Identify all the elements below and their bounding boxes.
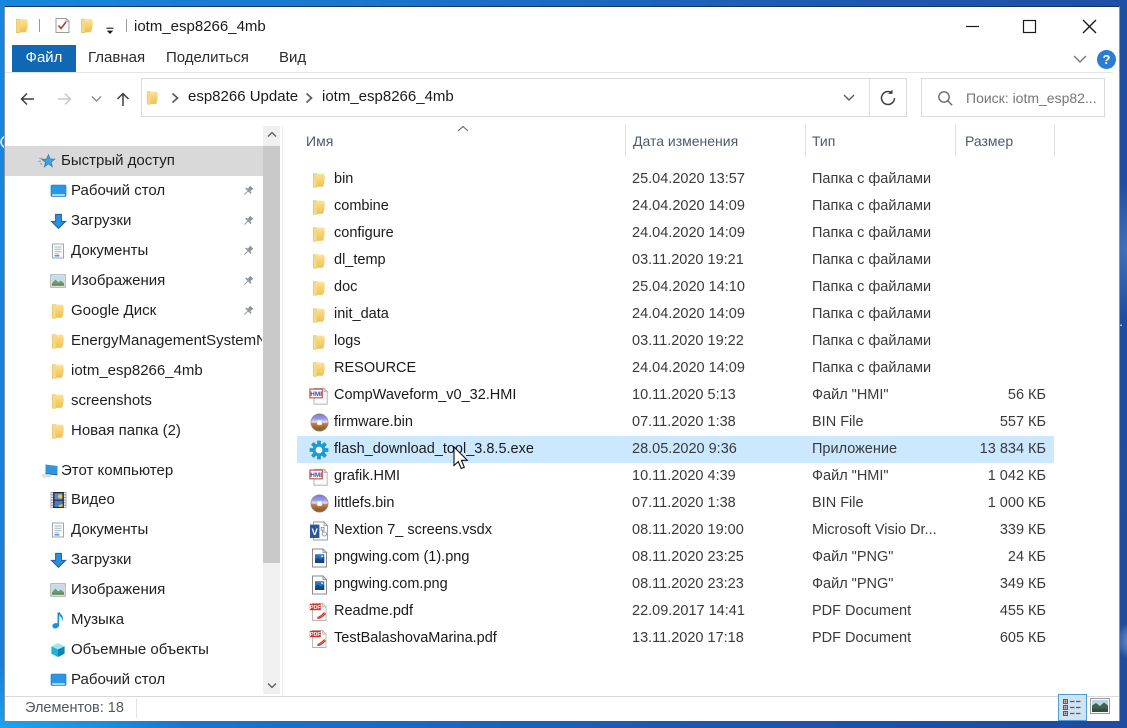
svg-text:PDF: PDF — [310, 604, 321, 610]
svg-text:HMI: HMI — [310, 391, 322, 398]
svg-text:PDF: PDF — [310, 631, 321, 637]
svg-text:HMI: HMI — [310, 472, 322, 479]
svg-text:V: V — [312, 526, 319, 537]
